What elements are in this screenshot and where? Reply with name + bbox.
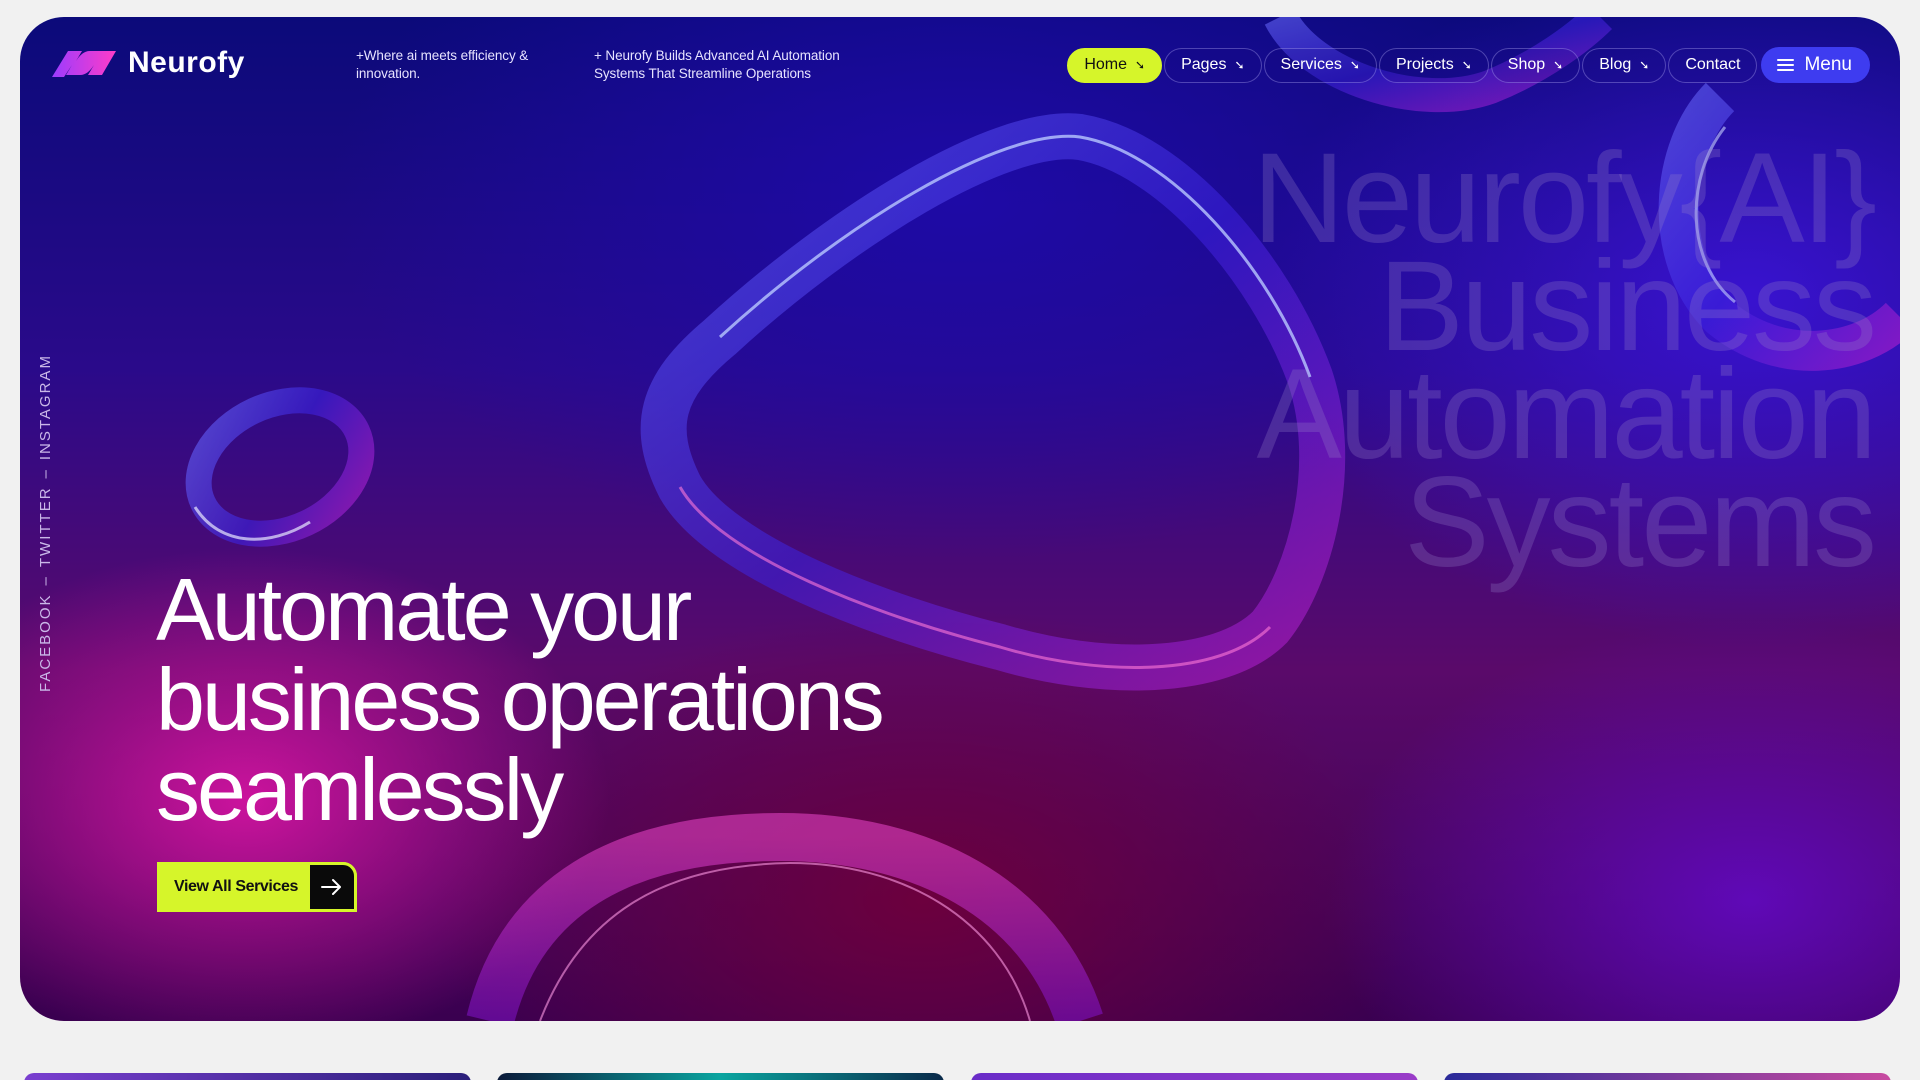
service-card-preview[interactable] (24, 1073, 471, 1080)
hamburger-icon (1777, 59, 1795, 71)
nav-item-home[interactable]: Home ➘ (1067, 47, 1163, 83)
hero-section: Neurofy +Where ai meets efficiency & inn… (20, 17, 1900, 1021)
social-links: FACEBOOK – TWITTER – INSTAGRAM (37, 354, 54, 692)
nav-item-label: Home (1084, 56, 1128, 73)
menu-button[interactable]: Menu (1761, 47, 1870, 83)
arrow-down-right-icon: ➘ (1135, 58, 1146, 72)
arrow-down-right-icon: ➘ (1349, 58, 1360, 72)
cta-label: View All Services (174, 878, 298, 895)
nav-item-label: Contact (1685, 56, 1741, 73)
service-card-preview[interactable] (497, 1073, 944, 1080)
nav-item-pages[interactable]: Pages ➘ (1164, 47, 1262, 83)
arrow-down-right-icon: ➘ (1639, 58, 1650, 72)
nav-item-label: Services (1280, 56, 1342, 73)
brand-name: Neurofy (128, 46, 245, 79)
nav-item-label: Projects (1395, 56, 1454, 73)
social-link-twitter[interactable]: TWITTER (37, 486, 54, 567)
neurofy-logo-icon (52, 51, 116, 77)
arrow-down-right-icon: ➘ (1553, 58, 1564, 72)
hero-headline: Automate your business operations seamle… (156, 560, 885, 839)
service-card-preview[interactable] (1444, 1073, 1891, 1080)
brand-logo[interactable]: Neurofy (50, 45, 245, 81)
hero-headline-line: seamlessly (156, 740, 564, 839)
social-link-facebook[interactable]: FACEBOOK (37, 593, 54, 692)
background-title: Neurofy{AI} Business Automation Systems (1252, 135, 1877, 587)
nav-item-blog[interactable]: Blog ➘ (1582, 47, 1667, 83)
nav-item-label: Blog (1599, 56, 1632, 73)
nav-item-projects[interactable]: Projects ➘ (1378, 47, 1489, 83)
nav-item-label: Pages (1181, 56, 1227, 73)
social-separator: – (37, 575, 54, 586)
nav-item-shop[interactable]: Shop ➘ (1490, 47, 1581, 83)
menu-button-label: Menu (1804, 54, 1852, 75)
social-link-instagram[interactable]: INSTAGRAM (37, 354, 54, 460)
main-nav: Home ➘ Pages ➘ Services ➘ Projects ➘ Sho… (1067, 47, 1870, 83)
arrow-down-right-icon: ➘ (1234, 58, 1245, 72)
hero-headline-line: business operations (156, 650, 885, 749)
tagline-secondary: + Neurofy Builds Advanced AI Automation … (594, 48, 840, 81)
social-separator: – (37, 468, 54, 479)
arrow-down-right-icon: ➘ (1461, 58, 1472, 72)
service-card-preview[interactable] (971, 1073, 1418, 1080)
arrow-right-icon (307, 862, 357, 912)
nav-item-services[interactable]: Services ➘ (1263, 47, 1377, 83)
tagline-primary: +Where ai meets efficiency & innovation. (356, 48, 529, 81)
view-all-services-button[interactable]: View All Services (157, 862, 357, 912)
nav-item-contact[interactable]: Contact (1668, 47, 1758, 83)
nav-item-label: Shop (1507, 56, 1546, 73)
hero-headline-line: Automate your (156, 560, 692, 659)
